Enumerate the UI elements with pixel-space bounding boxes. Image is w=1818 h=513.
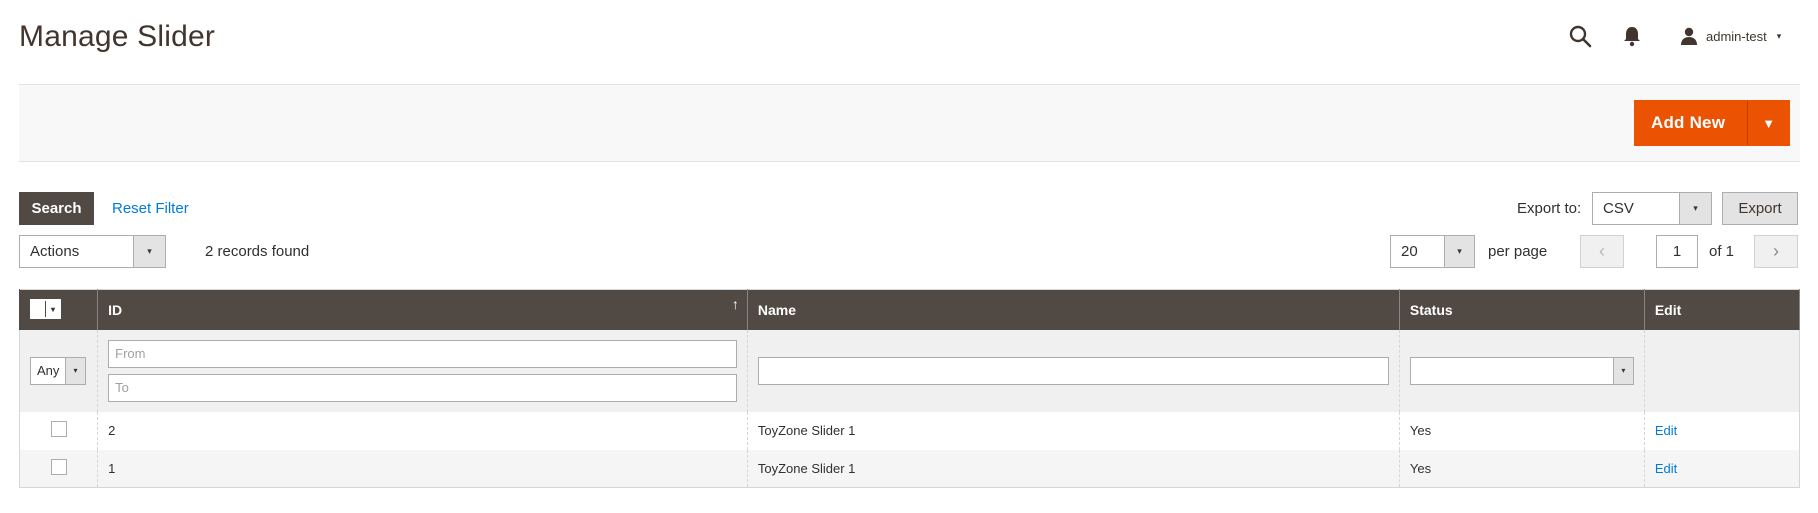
cell-name: ToyZone Slider 1 — [746, 449, 1400, 488]
chevron-down-icon: ▾ — [133, 236, 165, 267]
chevron-down-icon: ▾ — [1612, 357, 1633, 384]
mass-actions-value: Actions — [30, 243, 80, 260]
cell-edit: Edit — [1643, 411, 1801, 450]
add-new-button[interactable]: Add New ▼ — [1634, 100, 1791, 146]
mass-select-header[interactable]: ▾ — [18, 289, 99, 330]
chevron-down-icon: ▾ — [65, 357, 85, 384]
row-checkbox[interactable] — [50, 421, 67, 437]
massaction-filter-value: Any — [37, 363, 60, 378]
id-from-input[interactable]: From — [108, 339, 737, 368]
table-row: 1 ToyZone Slider 1 Yes Edit — [18, 449, 1801, 488]
page-total: of 1 — [1709, 243, 1735, 260]
row-select-cell — [18, 411, 99, 450]
slider-grid: ▾ ID ↑ Name Status Edit Any ▾ From To ▾ … — [18, 289, 1801, 488]
per-page-value: 20 — [1401, 243, 1418, 260]
export-format-value: CSV — [1603, 200, 1634, 217]
status-filter-select[interactable]: ▾ — [1409, 356, 1634, 385]
column-header-name[interactable]: Name — [746, 289, 1400, 330]
filter-massaction-cell: Any ▾ — [18, 329, 99, 412]
user-icon — [1681, 27, 1697, 45]
export-button[interactable]: Export — [1722, 192, 1798, 225]
column-header-label: ID — [108, 301, 123, 318]
chevron-down-icon[interactable]: ▾ — [46, 301, 60, 318]
cell-name: ToyZone Slider 1 — [746, 411, 1400, 450]
chevron-right-icon: › — [1773, 241, 1779, 261]
grid-header-row: ▾ ID ↑ Name Status Edit — [18, 289, 1801, 330]
edit-link[interactable]: Edit — [1655, 423, 1677, 438]
massaction-filter-select[interactable]: Any ▾ — [30, 356, 86, 385]
table-row: 2 ToyZone Slider 1 Yes Edit — [18, 411, 1801, 450]
cell-edit: Edit — [1643, 449, 1801, 488]
user-menu[interactable]: admin-test ▾ — [1680, 24, 1781, 48]
cell-status: Yes — [1398, 411, 1645, 450]
per-page-select[interactable]: 20 ▾ — [1390, 235, 1475, 268]
filter-name-cell — [746, 329, 1400, 412]
page-actions-bar — [19, 84, 1800, 162]
page-number-input[interactable]: 1 — [1656, 235, 1698, 268]
filter-edit-cell — [1643, 329, 1801, 412]
search-icon[interactable] — [1568, 24, 1592, 48]
cell-status: Yes — [1398, 449, 1645, 488]
id-to-input[interactable]: To — [108, 373, 737, 402]
select-all-checkbox[interactable] — [31, 301, 46, 318]
next-page-button[interactable]: › — [1754, 235, 1798, 268]
row-checkbox[interactable] — [50, 458, 67, 475]
export-format-select[interactable]: CSV ▾ — [1592, 192, 1712, 225]
row-select-cell — [18, 449, 99, 488]
search-button[interactable]: Search — [19, 192, 94, 225]
filter-row: Any ▾ From To ▾ — [18, 329, 1801, 412]
page-title: Manage Slider — [19, 20, 216, 53]
filter-id-cell: From To — [97, 329, 748, 412]
records-count: 2 records found — [205, 243, 310, 260]
sort-asc-icon: ↑ — [731, 296, 739, 312]
mass-select-control[interactable]: ▾ — [30, 299, 61, 320]
per-page-label: per page — [1488, 243, 1548, 260]
chevron-down-icon: ▾ — [1679, 193, 1711, 224]
previous-page-button[interactable]: ‹ — [1580, 235, 1624, 268]
column-header-status[interactable]: Status — [1398, 289, 1645, 330]
name-filter-input[interactable] — [757, 356, 1389, 385]
edit-link[interactable]: Edit — [1655, 461, 1677, 476]
chevron-down-icon: ▾ — [1444, 236, 1474, 267]
chevron-down-icon: ▾ — [1776, 30, 1782, 41]
column-header-id[interactable]: ID ↑ — [97, 289, 748, 330]
chevron-down-icon: ▼ — [1762, 115, 1776, 131]
column-header-edit: Edit — [1643, 289, 1801, 330]
cell-id: 1 — [97, 449, 748, 488]
chevron-left-icon: ‹ — [1599, 241, 1605, 261]
username: admin-test — [1706, 28, 1767, 44]
mass-actions-select[interactable]: Actions ▾ — [19, 235, 166, 268]
add-new-label: Add New — [1651, 113, 1726, 132]
add-new-dropdown-toggle[interactable]: ▼ — [1747, 101, 1789, 145]
export-label: Export to: — [1517, 200, 1582, 217]
reset-filter-link[interactable]: Reset Filter — [112, 200, 189, 217]
filter-status-cell: ▾ — [1398, 329, 1645, 412]
bell-icon[interactable] — [1622, 25, 1642, 47]
cell-id: 2 — [97, 411, 748, 450]
